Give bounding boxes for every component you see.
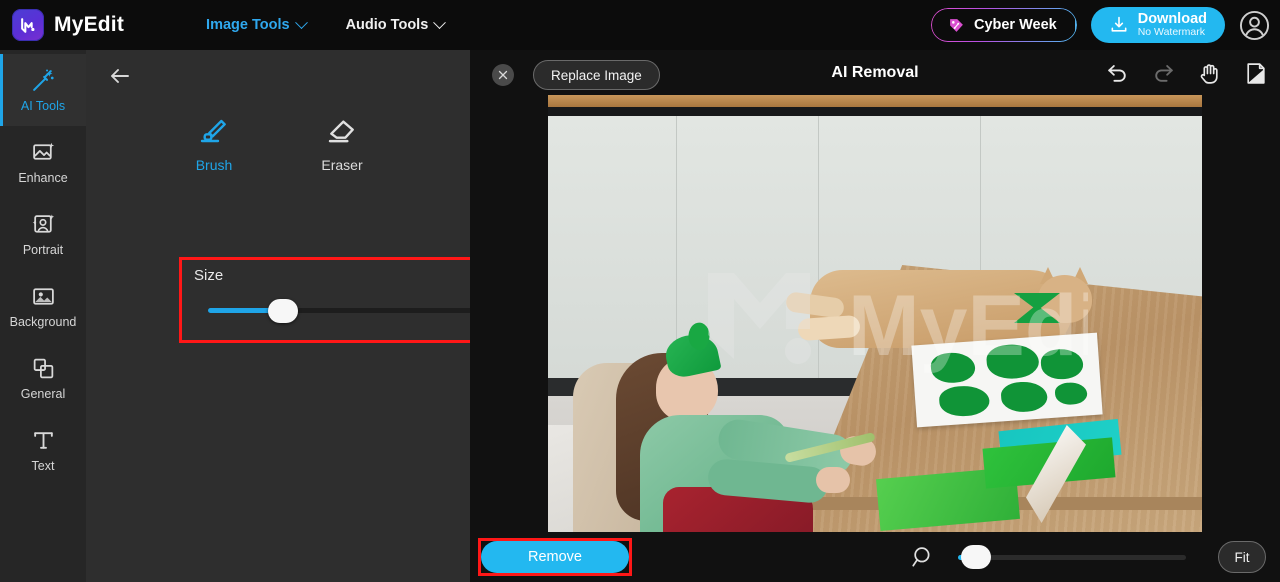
mode-eraser[interactable]: Eraser <box>307 115 377 173</box>
photo-cat-paw <box>797 314 861 342</box>
download-label: Download <box>1137 10 1207 27</box>
image-sparkle-icon <box>32 142 54 160</box>
eraser-icon <box>328 120 354 143</box>
sidebar-item-label: General <box>20 386 66 401</box>
bottom-action-bar: Remove Fit <box>470 532 1280 582</box>
zoom-slider-track[interactable] <box>958 545 1186 569</box>
person-portrait-icon <box>32 214 54 233</box>
main-navigation: Image Tools Audio Tools <box>206 15 447 33</box>
sidebar-item-label: Portrait <box>22 242 64 257</box>
sidebar-item-ai-tools[interactable]: AI Tools <box>0 54 86 126</box>
arrow-left-icon[interactable] <box>108 64 132 88</box>
magic-wand-icon <box>32 68 54 91</box>
chevron-down-icon <box>294 15 308 29</box>
zoom-slider-handle[interactable] <box>961 545 992 569</box>
cyber-week-button[interactable]: Cyber Week <box>930 8 1077 42</box>
sidebar-item-label: Enhance <box>18 170 68 185</box>
undo-icon[interactable] <box>1105 61 1130 86</box>
download-sublabel: No Watermark <box>1137 26 1206 39</box>
photo-ceiling-trim <box>548 95 1202 107</box>
mode-eraser-label: Eraser <box>321 157 363 173</box>
nav-audio-tools-label: Audio Tools <box>345 17 429 33</box>
hand-pan-icon[interactable] <box>1197 61 1222 86</box>
cyber-week-label: Cyber Week <box>973 17 1057 33</box>
top-header-bar: MyEdit Image Tools Audio Tools Cyber Wee… <box>0 0 1280 50</box>
nav-image-tools[interactable]: Image Tools <box>206 15 308 33</box>
sidebar-item-portrait[interactable]: Portrait <box>0 198 86 270</box>
nav-image-tools-label: Image Tools <box>206 17 290 33</box>
shapes-layers-icon <box>33 358 53 378</box>
tool-options-panel: Brush Eraser Size 29 <box>86 50 568 582</box>
sidebar-item-text[interactable]: Text <box>0 414 86 486</box>
stage-toolbar <box>1105 61 1268 86</box>
sidebar-item-background[interactable]: Background <box>0 270 86 342</box>
mode-brush[interactable]: Brush <box>179 115 249 173</box>
compare-split-icon[interactable] <box>1243 61 1268 86</box>
redo-icon[interactable] <box>1151 61 1176 86</box>
editor-stage: Replace Image AI Removal MyEd <box>470 50 1280 582</box>
zoom-controls <box>910 532 1186 582</box>
photo-white-paper <box>911 332 1103 428</box>
stage-header: Replace Image AI Removal <box>470 50 1280 98</box>
myedit-logo-icon <box>12 9 44 41</box>
sidebar-item-general[interactable]: General <box>0 342 86 414</box>
size-label: Size <box>194 267 224 284</box>
brand-name: MyEdit <box>54 13 125 36</box>
brand-logo[interactable]: MyEdit <box>12 9 124 41</box>
magnifier-icon[interactable] <box>910 544 936 570</box>
image-canvas[interactable]: MyEdit <box>548 95 1202 545</box>
edited-photo: MyEdit <box>548 95 1202 545</box>
text-t-icon <box>33 431 53 449</box>
price-tag-icon <box>950 18 963 32</box>
download-button[interactable]: Download No Watermark <box>1090 7 1225 43</box>
brush-mode-selector: Brush Eraser <box>86 115 470 173</box>
chevron-down-icon <box>433 15 447 29</box>
sidebar-item-label: Text <box>31 458 55 473</box>
size-slider-handle[interactable] <box>267 298 298 323</box>
nav-audio-tools[interactable]: Audio Tools <box>345 15 447 33</box>
user-avatar-icon[interactable] <box>1239 10 1270 41</box>
left-tool-rail: AI Tools Enhance Portrait Background Gen… <box>0 50 86 582</box>
size-slider-track[interactable] <box>208 298 475 323</box>
brush-icon <box>200 119 226 143</box>
download-icon <box>1111 16 1127 32</box>
sidebar-item-label: AI Tools <box>20 98 66 113</box>
header-actions: Cyber Week Download No Watermark <box>930 0 1270 50</box>
image-background-icon <box>32 287 54 305</box>
photo-ceiling-shadow <box>548 107 1202 116</box>
sidebar-item-label: Background <box>9 314 77 329</box>
sidebar-item-enhance[interactable]: Enhance <box>0 126 86 198</box>
mode-brush-label: Brush <box>195 157 233 173</box>
photo-girl-hand <box>816 467 850 493</box>
fit-button[interactable]: Fit <box>1218 541 1266 573</box>
remove-button[interactable]: Remove <box>481 541 629 573</box>
myedit-app-window: MyEdit Image Tools Audio Tools Cyber Wee… <box>0 0 1280 582</box>
